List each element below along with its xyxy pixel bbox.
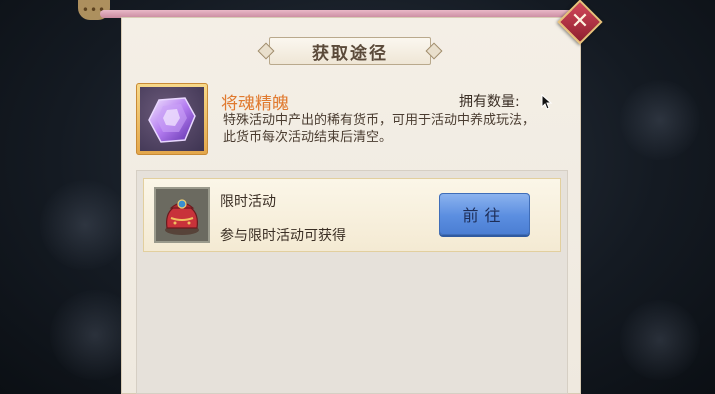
source-description: 参与限时活动可获得 xyxy=(220,228,346,244)
background-blob xyxy=(620,300,700,380)
close-button[interactable]: ✕ xyxy=(557,0,603,45)
background-blob xyxy=(40,180,130,270)
item-description: 特殊活动中产出的稀有货币，可用于活动中养成玩法，此货币每次活动结束后清空。 xyxy=(223,113,536,145)
background-blob xyxy=(620,80,700,160)
dialog-title: 获取途径 xyxy=(312,43,388,64)
dialog-title-plate: 获取途径 xyxy=(257,36,443,66)
goto-button[interactable]: 前往 xyxy=(439,193,530,235)
item-icon-frame xyxy=(136,83,208,155)
owned-count-label: 拥有数量: xyxy=(459,94,520,110)
source-title: 限时活动 xyxy=(220,194,276,210)
mouse-cursor-icon xyxy=(541,94,553,110)
source-icon-frame xyxy=(154,187,210,243)
red-bag-icon xyxy=(165,199,199,235)
purple-gem-icon xyxy=(148,97,196,143)
item-name: 将魂精魄 xyxy=(221,94,289,114)
close-x-icon: ✕ xyxy=(570,9,590,34)
